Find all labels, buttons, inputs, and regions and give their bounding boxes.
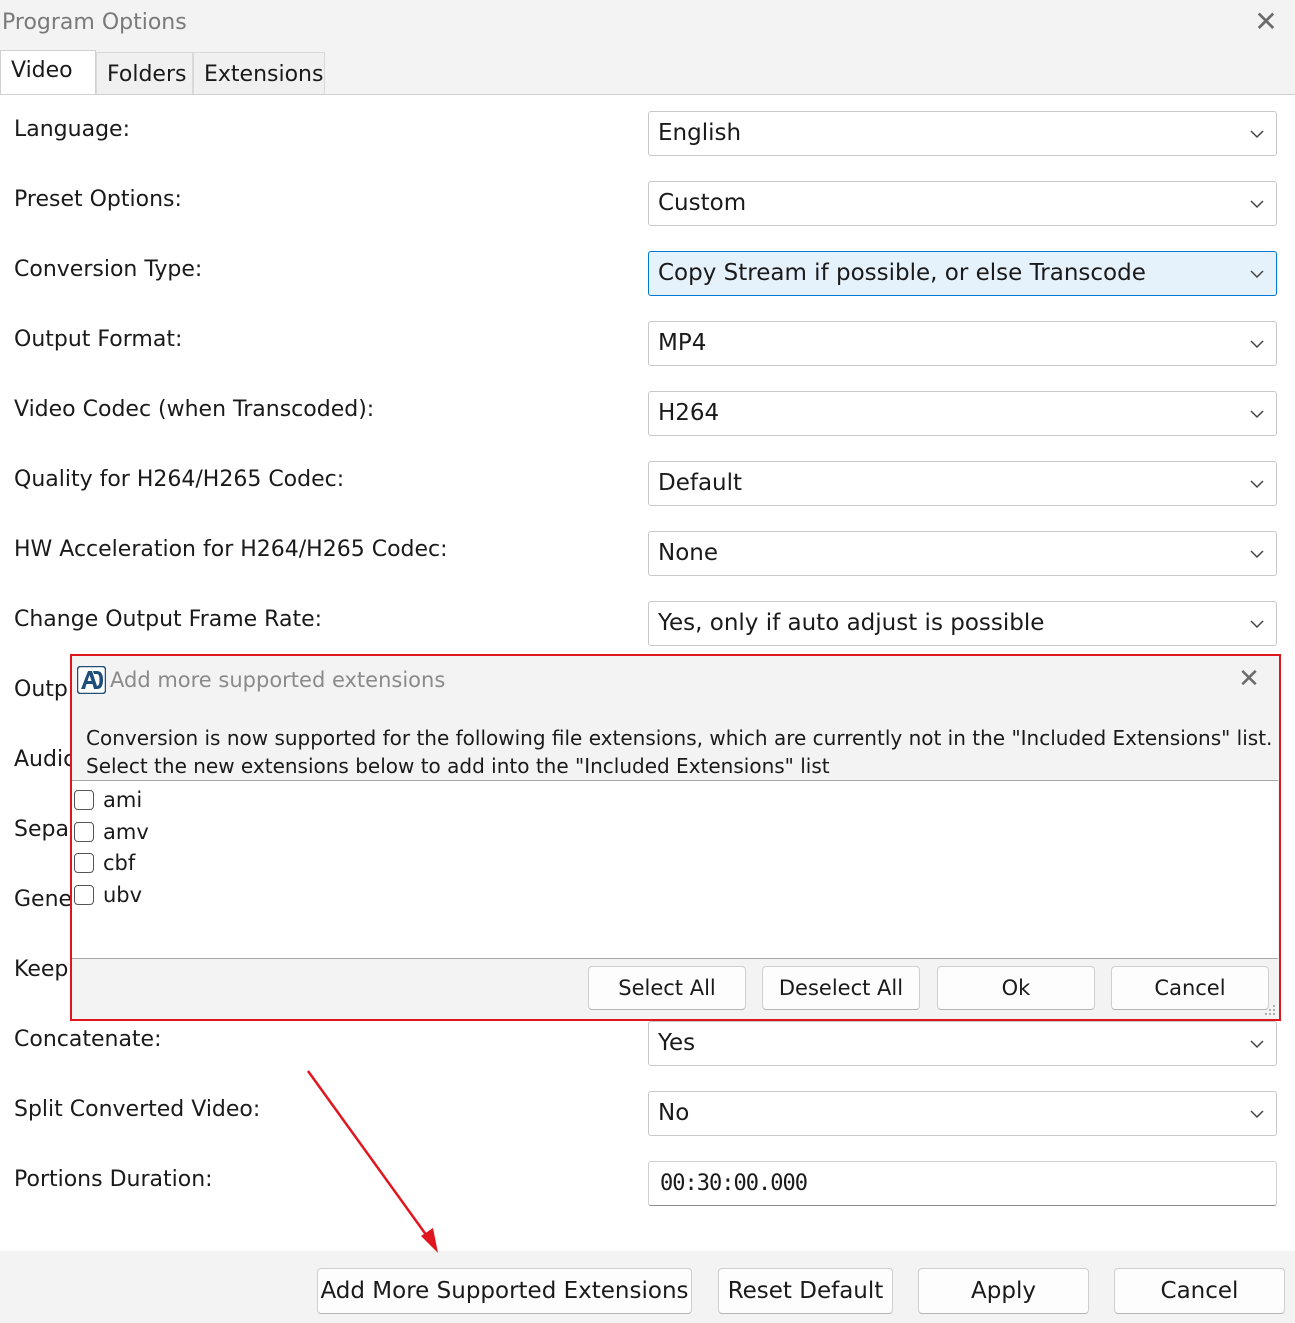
extension-label: cbf	[103, 851, 136, 875]
close-icon[interactable]: ✕	[1234, 662, 1264, 696]
setting-label: Preset Options:	[14, 187, 182, 212]
deselect-all-button[interactable]: Deselect All	[762, 966, 920, 1010]
dialog-cancel-button[interactable]: Cancel	[1111, 966, 1269, 1010]
setting-label: Portions Duration:	[14, 1167, 213, 1192]
language-dropdown[interactable]: English	[648, 111, 1277, 156]
select-all-button[interactable]: Select All	[588, 966, 746, 1010]
extension-label: ami	[103, 788, 143, 812]
setting-label: Video Codec (when Transcoded):	[14, 397, 375, 422]
dropdown-value: Default	[658, 470, 743, 496]
footer-bar: Add More Supported Extensions Reset Defa…	[0, 1251, 1295, 1323]
dropdown-value: Yes	[658, 1030, 696, 1056]
extensions-list: ami amv cbf ubv	[72, 780, 1278, 959]
tab-video[interactable]: Video	[0, 50, 96, 96]
tab-extensions[interactable]: Extensions	[193, 52, 325, 94]
setting-label: Language:	[14, 117, 130, 142]
setting-label: Quality for H264/H265 Codec:	[14, 467, 345, 492]
preset-options-dropdown[interactable]: Custom	[648, 181, 1277, 226]
reset-default-button[interactable]: Reset Default	[718, 1268, 893, 1314]
setting-label: Output Format:	[14, 327, 183, 352]
setting-label: HW Acceleration for H264/H265 Codec:	[14, 537, 448, 562]
checkbox[interactable]	[74, 790, 94, 810]
quality-dropdown[interactable]: Default	[648, 461, 1277, 506]
dropdown-value: MP4	[658, 330, 707, 356]
cancel-button[interactable]: Cancel	[1114, 1268, 1285, 1314]
extension-label: ubv	[103, 883, 143, 907]
setting-label: Concatenate:	[14, 1027, 162, 1052]
resize-grip-icon[interactable]	[1264, 1004, 1276, 1016]
portions-duration-input[interactable]: 00:30:00.000	[648, 1161, 1277, 1206]
setting-label: Separ	[14, 817, 78, 842]
video-codec-dropdown[interactable]: H264	[648, 391, 1277, 436]
setting-label: Split Converted Video:	[14, 1097, 261, 1122]
chevron-down-icon	[1250, 480, 1264, 489]
checkbox[interactable]	[74, 853, 94, 873]
tab-folders[interactable]: Folders	[96, 52, 193, 94]
dropdown-value: Yes, only if auto adjust is possible	[658, 610, 1045, 636]
chevron-down-icon	[1250, 340, 1264, 349]
chevron-down-icon	[1250, 130, 1264, 139]
checkbox[interactable]	[74, 885, 94, 905]
setting-label: Keep	[14, 957, 69, 982]
dropdown-value: H264	[658, 400, 720, 426]
add-extensions-dialog: Add more supported extensions ✕ Conversi…	[70, 654, 1281, 1021]
setting-label: Outp	[14, 677, 68, 702]
chevron-down-icon	[1250, 1110, 1264, 1119]
dropdown-value: No	[658, 1100, 690, 1126]
chevron-down-icon	[1250, 410, 1264, 419]
setting-label: Change Output Frame Rate:	[14, 607, 323, 632]
output-format-dropdown[interactable]: MP4	[648, 321, 1277, 366]
apply-button[interactable]: Apply	[918, 1268, 1089, 1314]
dialog-message-line: Conversion is now supported for the foll…	[86, 726, 1273, 750]
add-more-extensions-button[interactable]: Add More Supported Extensions	[317, 1268, 692, 1314]
setting-label: Audic	[14, 747, 76, 772]
close-icon[interactable]: ✕	[1250, 4, 1282, 40]
chevron-down-icon	[1250, 620, 1264, 629]
extension-label: amv	[103, 820, 149, 844]
setting-label: Gene	[14, 887, 73, 912]
dropdown-value: English	[658, 120, 742, 146]
hw-acceleration-dropdown[interactable]: None	[648, 531, 1277, 576]
checkbox[interactable]	[74, 822, 94, 842]
dropdown-value: Copy Stream if possible, or else Transco…	[658, 260, 1146, 286]
tab-bar: Video Folders Extensions	[0, 50, 1295, 96]
chevron-down-icon	[1250, 270, 1264, 279]
title-bar: Program Options ✕	[0, 0, 1295, 50]
chevron-down-icon	[1250, 200, 1264, 209]
ok-button[interactable]: Ok	[937, 966, 1095, 1010]
split-video-dropdown[interactable]: No	[648, 1091, 1277, 1136]
setting-label: Conversion Type:	[14, 257, 203, 282]
dropdown-value: None	[658, 540, 719, 566]
frame-rate-dropdown[interactable]: Yes, only if auto adjust is possible	[648, 601, 1277, 646]
window-title: Program Options	[2, 10, 187, 35]
concatenate-dropdown[interactable]: Yes	[648, 1021, 1277, 1066]
dialog-title: Add more supported extensions	[110, 668, 446, 692]
app-logo-icon	[77, 666, 106, 694]
conversion-type-dropdown[interactable]: Copy Stream if possible, or else Transco…	[648, 251, 1277, 296]
chevron-down-icon	[1250, 1040, 1264, 1049]
dialog-message-line: Select the new extensions below to add i…	[86, 754, 830, 778]
chevron-down-icon	[1250, 550, 1264, 559]
dropdown-value: Custom	[658, 190, 747, 216]
dialog-message: Conversion is now supported for the foll…	[86, 724, 1272, 780]
